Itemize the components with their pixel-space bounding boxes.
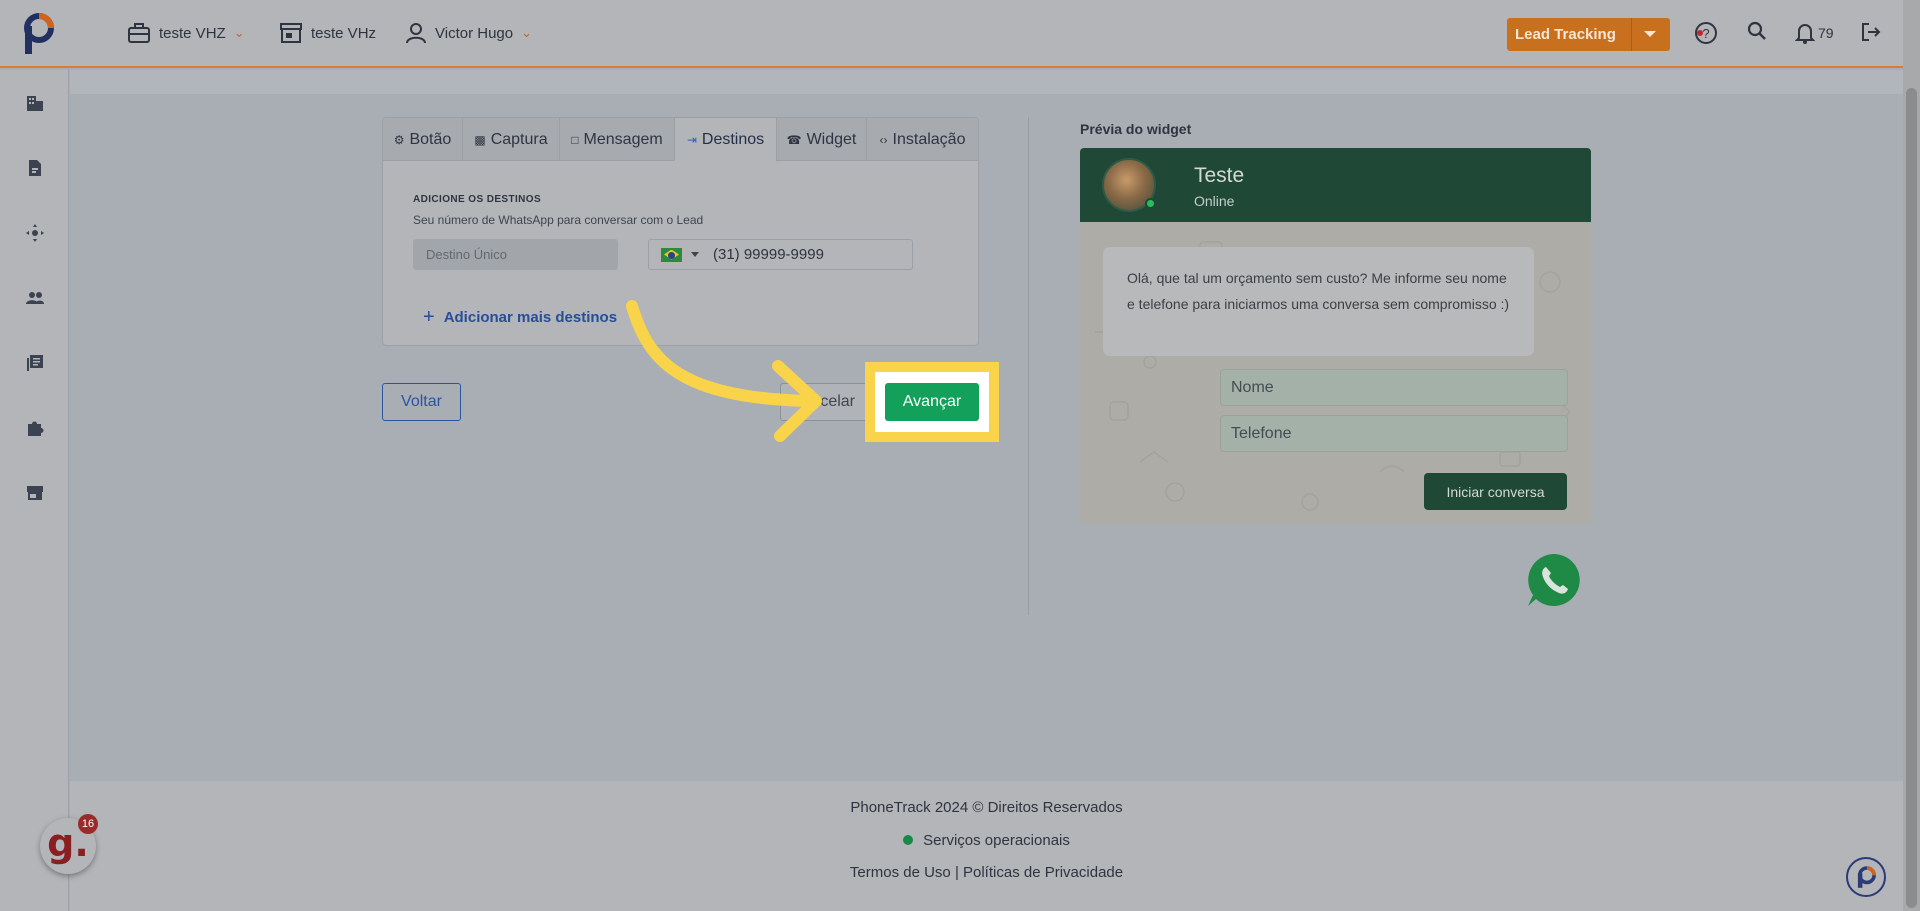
- name-field[interactable]: Nome: [1220, 369, 1568, 406]
- pointer-arrow-icon: [626, 300, 822, 442]
- breadcrumb-strip: [70, 70, 1903, 94]
- code-icon: ‹›: [879, 132, 888, 147]
- tab-bar: ⚙ Botão ▩ Captura □ Mensagem ⇥ Destinos …: [383, 118, 978, 162]
- chevron-down-icon: ⌄: [233, 25, 245, 40]
- store-icon[interactable]: [25, 483, 45, 503]
- phone-field[interactable]: (31) 99999-9999: [648, 239, 913, 270]
- add-destination-link[interactable]: + Adicionar mais destinos: [423, 306, 617, 329]
- logout-icon[interactable]: [1860, 21, 1882, 43]
- chat-message: Olá, que tal um orçamento sem custo? Me …: [1103, 247, 1534, 356]
- store-name: teste VHz: [311, 24, 377, 42]
- phonetrack-chat-icon[interactable]: [1846, 857, 1886, 897]
- widget-preview: Teste Online Olá, que tal um orçamento s…: [1080, 148, 1591, 524]
- user-name: Victor Hugo: [435, 24, 514, 42]
- widget-header: Teste Online: [1080, 148, 1591, 222]
- tab-label: Destinos: [701, 130, 765, 148]
- store-icon: [280, 23, 302, 43]
- tab-label: Widget: [806, 130, 857, 148]
- svg-text:?: ?: [1702, 26, 1709, 41]
- store-selector[interactable]: teste VHz: [279, 22, 376, 44]
- caret-down-icon[interactable]: [1644, 31, 1656, 37]
- service-status-text: Serviços operacionais: [923, 832, 1070, 849]
- company-name: teste VHZ: [159, 24, 226, 42]
- phone-field[interactable]: Telefone: [1220, 415, 1568, 452]
- plus-icon: +: [423, 306, 435, 328]
- online-indicator: [1145, 198, 1156, 209]
- copyright-text: PhoneTrack 2024 © Direitos Reservados: [850, 799, 1123, 816]
- tab-label: Instalação: [892, 130, 966, 148]
- tab-instalacao[interactable]: ‹› Instalação: [867, 118, 978, 161]
- briefcase-icon: [128, 23, 150, 43]
- tab-botao[interactable]: ⚙ Botão: [383, 118, 463, 161]
- vertical-divider: [1028, 117, 1029, 615]
- login-icon: ⇥: [686, 132, 697, 147]
- footer-links[interactable]: Termos de Uso | Políticas de Privacidade: [70, 864, 1903, 881]
- bell-icon[interactable]: [1795, 22, 1815, 44]
- scrollbar-thumb[interactable]: [1906, 88, 1917, 908]
- destination-name-input[interactable]: Destino Único: [413, 239, 618, 270]
- company-selector[interactable]: teste VHZ ⌄: [127, 22, 245, 44]
- phonetrack-logo[interactable]: [22, 12, 58, 54]
- tab-label: Captura: [490, 130, 548, 148]
- top-bar: teste VHZ ⌄ teste VHz Victor Hugo ⌄ Lead…: [0, 0, 1903, 68]
- sidebar: [0, 70, 69, 911]
- add-destination-label: Adicionar mais destinos: [443, 309, 618, 326]
- notification-count[interactable]: 79: [1818, 25, 1834, 41]
- building-icon[interactable]: [25, 93, 45, 113]
- widget-status: Online: [1194, 193, 1235, 209]
- divider: [1631, 18, 1632, 51]
- start-chat-button[interactable]: Iniciar conversa: [1424, 473, 1567, 510]
- dashboard-icon: ▩: [474, 132, 486, 147]
- lead-tracking-button[interactable]: Lead Tracking: [1507, 18, 1670, 51]
- caret-down-icon[interactable]: [691, 252, 699, 257]
- tab-widget[interactable]: ☎ Widget: [777, 118, 867, 161]
- library-icon[interactable]: [25, 353, 45, 373]
- status-dot-icon: [903, 835, 914, 845]
- message-icon: □: [571, 132, 579, 147]
- back-button[interactable]: Voltar: [382, 383, 461, 421]
- user-icon: [406, 23, 426, 44]
- preview-label: Prévia do widget: [1080, 121, 1192, 137]
- destinations-title: ADICIONE OS DESTINOS: [413, 194, 542, 205]
- lead-tracking-label: Lead Tracking: [1515, 26, 1616, 43]
- brazil-flag-icon[interactable]: [661, 247, 682, 262]
- service-status: Serviços operacionais: [70, 832, 1903, 849]
- tab-destinos[interactable]: ⇥ Destinos: [675, 118, 777, 162]
- next-button[interactable]: Avançar: [885, 383, 979, 421]
- users-icon[interactable]: [25, 288, 45, 308]
- puzzle-icon[interactable]: [25, 418, 45, 438]
- widget-name: Teste: [1194, 164, 1245, 187]
- user-menu[interactable]: Victor Hugo ⌄: [405, 22, 532, 44]
- gear-icon: ⚙: [393, 132, 405, 147]
- footer: PhoneTrack 2024 © Direitos Reservados Se…: [70, 781, 1903, 911]
- tab-captura[interactable]: ▩ Captura: [463, 118, 560, 161]
- chevron-down-icon: ⌄: [521, 25, 533, 40]
- phone-input[interactable]: (31) 99999-9999: [713, 246, 824, 263]
- whatsapp-icon[interactable]: [1524, 550, 1584, 610]
- tab-mensagem[interactable]: □ Mensagem: [560, 118, 675, 161]
- help-icon[interactable]: ?: [1694, 21, 1718, 45]
- whatsapp-icon: ☎: [786, 132, 802, 147]
- search-icon[interactable]: [1746, 20, 1768, 42]
- report-icon[interactable]: [25, 158, 45, 178]
- g-widget-count: 16: [78, 814, 98, 834]
- tab-label: Botão: [409, 130, 452, 148]
- move-icon[interactable]: [25, 223, 45, 243]
- tab-label: Mensagem: [583, 130, 663, 148]
- destinations-subtitle: Seu número de WhatsApp para conversar co…: [413, 213, 704, 227]
